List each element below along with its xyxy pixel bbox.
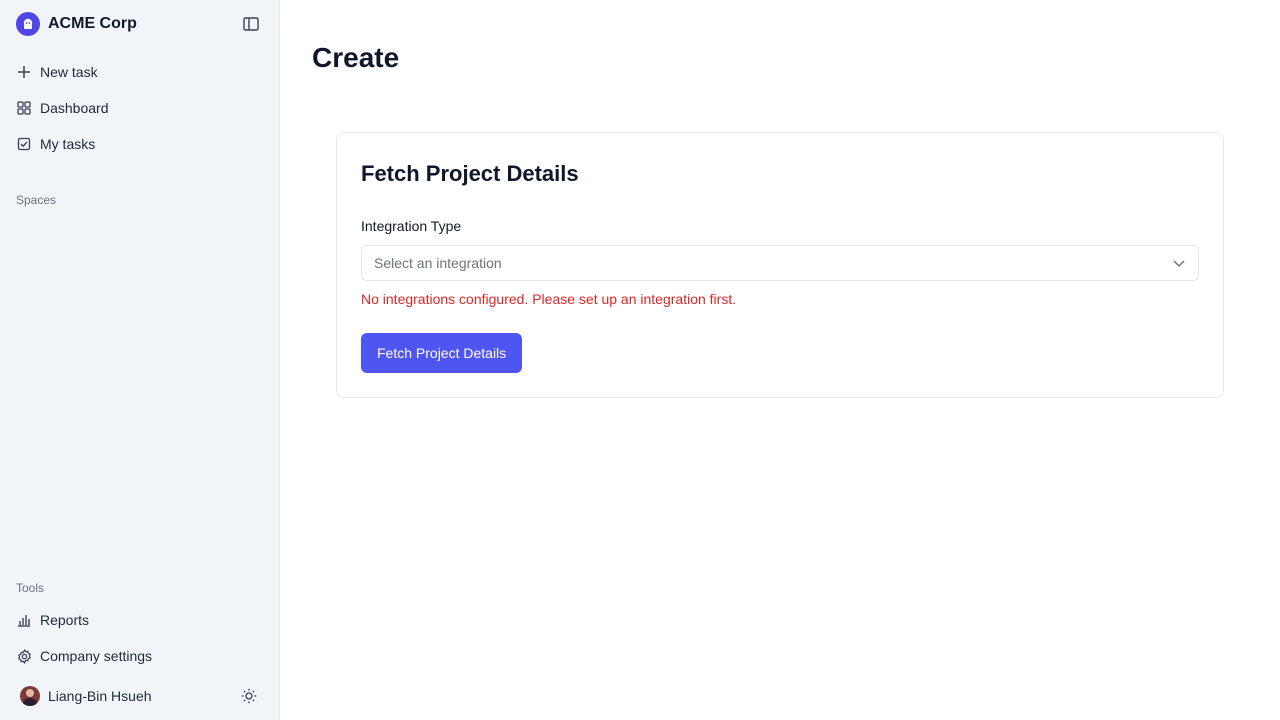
nav-company-settings[interactable]: Company settings	[16, 644, 152, 668]
sidebar: ACME Corp New task Dashboard My tasks Sp…	[0, 0, 280, 720]
fetch-project-card: Fetch Project Details Integration Type S…	[336, 132, 1224, 398]
sidebar-toggle-button[interactable]	[240, 14, 262, 34]
spaces-section-label: Spaces	[16, 193, 57, 207]
avatar	[20, 686, 40, 706]
sun-icon	[241, 688, 257, 704]
chevron-down-icon	[1173, 260, 1185, 267]
page-title: Create	[312, 42, 400, 73]
tools-section-label: Tools	[16, 581, 45, 595]
theme-toggle-button[interactable]	[240, 687, 258, 705]
bar-chart-icon	[16, 612, 32, 628]
nav-label: New task	[40, 64, 98, 80]
plus-icon	[16, 64, 32, 80]
nav-label: My tasks	[40, 136, 96, 152]
brand[interactable]: ACME Corp	[16, 12, 137, 36]
nav-label: Reports	[40, 612, 90, 628]
integration-type-label: Integration Type	[361, 218, 462, 234]
main-content: Create Fetch Project Details Integration…	[280, 0, 1280, 720]
nav-new-task[interactable]: New task	[16, 60, 98, 84]
nav-label: Company settings	[40, 648, 153, 664]
nav-my-tasks[interactable]: My tasks	[16, 132, 95, 156]
grid-icon	[16, 100, 32, 116]
nav-dashboard[interactable]: Dashboard	[16, 96, 109, 120]
card-title: Fetch Project Details	[361, 161, 579, 186]
checkbox-icon	[16, 136, 32, 152]
select-placeholder: Select an integration	[374, 255, 502, 271]
nav-reports[interactable]: Reports	[16, 608, 89, 632]
user-profile[interactable]: Liang-Bin Hsueh	[20, 686, 152, 706]
brand-logo-icon	[16, 12, 40, 36]
gear-icon	[16, 648, 32, 664]
brand-name: ACME Corp	[48, 15, 137, 32]
error-message: No integrations configured. Please set u…	[361, 291, 737, 307]
fetch-project-details-button[interactable]: Fetch Project Details	[361, 333, 523, 373]
user-name: Liang-Bin Hsueh	[48, 688, 152, 704]
sidebar-toggle-icon	[243, 17, 259, 31]
integration-select[interactable]: Select an integration	[361, 245, 1199, 281]
nav-label: Dashboard	[40, 100, 109, 116]
